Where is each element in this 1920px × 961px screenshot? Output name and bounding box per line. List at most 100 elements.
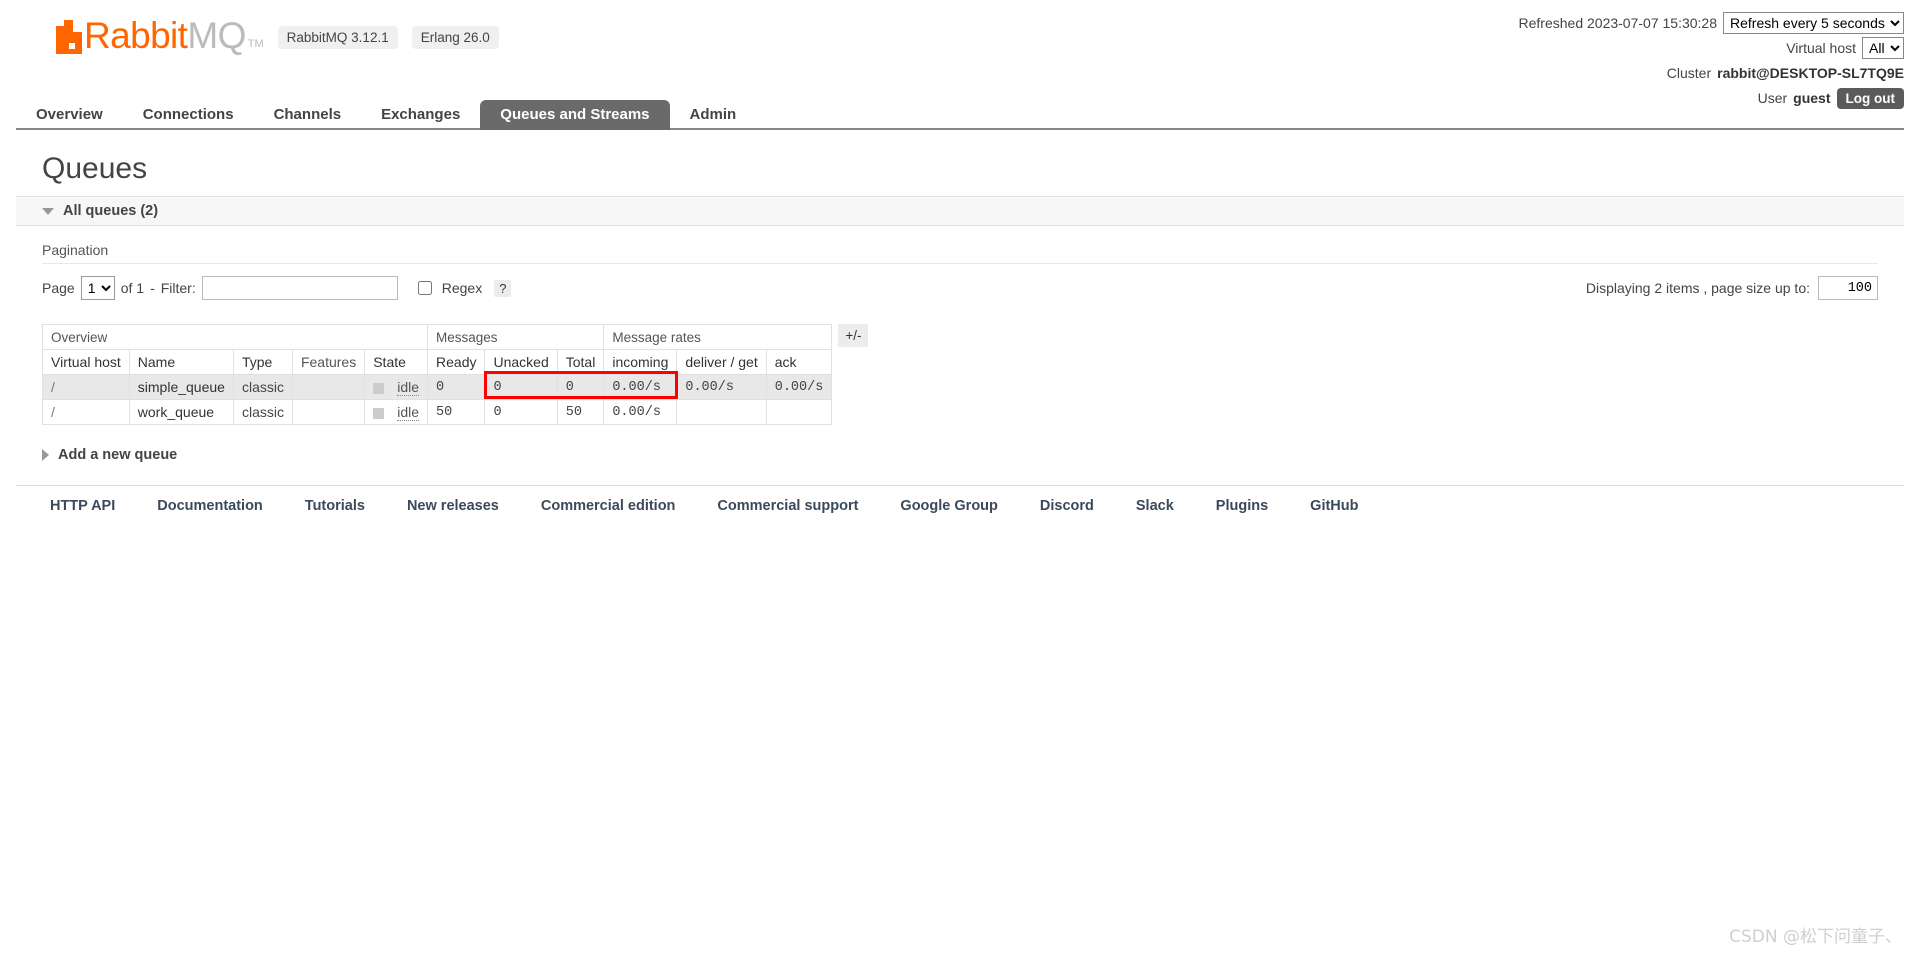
state-text[interactable]: idle bbox=[397, 404, 420, 421]
footer-link-discord[interactable]: Discord bbox=[1040, 498, 1094, 514]
column-virtual-host[interactable]: Virtual host bbox=[42, 349, 130, 375]
filter-input[interactable] bbox=[201, 276, 398, 300]
virtual-host-select[interactable]: All bbox=[1862, 37, 1904, 59]
regex-label[interactable]: Regex bbox=[442, 280, 482, 296]
regex-checkbox[interactable] bbox=[417, 281, 432, 295]
footer-link-new-releases[interactable]: New releases bbox=[407, 498, 499, 514]
cell-virtual-host: / bbox=[42, 399, 130, 425]
footer-link-commercial-edition[interactable]: Commercial edition bbox=[541, 498, 676, 514]
column-name[interactable]: Name bbox=[128, 349, 234, 375]
footer-link-plugins[interactable]: Plugins bbox=[1216, 498, 1268, 514]
tab-queues-and-streams[interactable]: Queues and Streams bbox=[480, 100, 670, 130]
cluster-row: Cluster rabbit@DESKTOP-SL7TQ9E bbox=[1519, 62, 1904, 84]
cell-queue-name[interactable]: simple_queue bbox=[128, 374, 234, 400]
column-incoming[interactable]: incoming bbox=[603, 349, 678, 375]
add-new-queue-section[interactable]: Add a new queue bbox=[42, 447, 1904, 463]
cell-type: classic bbox=[232, 374, 293, 400]
vhost-row: Virtual host All bbox=[1519, 37, 1904, 59]
page-size-input[interactable] bbox=[1818, 276, 1878, 300]
cell-features bbox=[291, 399, 366, 425]
tab-exchanges[interactable]: Exchanges bbox=[361, 100, 480, 130]
cell-features bbox=[291, 374, 366, 400]
state-indicator-icon bbox=[373, 382, 385, 394]
all-queues-label: All queues (2) bbox=[63, 203, 159, 219]
column-ack[interactable]: ack bbox=[765, 349, 833, 375]
cell-total: 50 bbox=[556, 399, 605, 425]
footer-link-github[interactable]: GitHub bbox=[1310, 498, 1358, 514]
brand-wordmark: RabbitMQ bbox=[84, 17, 246, 54]
group-header-overview: Overview bbox=[41, 324, 429, 350]
add-new-queue-label: Add a new queue bbox=[58, 447, 178, 463]
table-row[interactable]: / simple_queue classic idle 0 0 0 0.00/s… bbox=[42, 374, 833, 400]
table-row[interactable]: / work_queue classic idle 50 0 50 0.00/s bbox=[42, 399, 833, 425]
state-indicator-icon bbox=[373, 407, 385, 419]
column-deliver-get[interactable]: deliver / get bbox=[676, 349, 767, 375]
cell-ready: 0 bbox=[427, 374, 486, 400]
cell-state: idle bbox=[364, 374, 429, 400]
rabbitmq-version-badge: RabbitMQ 3.12.1 bbox=[277, 26, 398, 49]
pagination-divider bbox=[42, 263, 1878, 264]
main-content: Queues All queues (2) Pagination Page 1 … bbox=[16, 152, 1904, 463]
page-selector-group: Page 1 of 1 - Filter: Regex ? bbox=[42, 276, 512, 300]
filter-label: Filter: bbox=[160, 280, 196, 296]
cell-deliver-get: 0.00/s bbox=[676, 374, 767, 400]
footer-link-documentation[interactable]: Documentation bbox=[157, 498, 263, 514]
displaying-items-label: Displaying 2 items , page size up to: bbox=[1585, 280, 1810, 296]
cell-incoming: 0.00/s bbox=[603, 399, 678, 425]
column-type[interactable]: Type bbox=[232, 349, 293, 375]
footer-link-http-api[interactable]: HTTP API bbox=[50, 498, 115, 514]
brand-name-rabbit: Rabbit bbox=[84, 15, 188, 56]
regex-help-icon[interactable]: ? bbox=[494, 279, 512, 297]
column-unacked[interactable]: Unacked bbox=[484, 349, 558, 375]
cell-state: idle bbox=[364, 399, 429, 425]
group-header-messages: Messages bbox=[427, 324, 605, 350]
page-number-select[interactable]: 1 bbox=[80, 276, 115, 300]
display-info-group: Displaying 2 items , page size up to: bbox=[1586, 276, 1878, 300]
cell-deliver-get bbox=[676, 399, 767, 425]
cell-unacked: 0 bbox=[484, 374, 558, 400]
watermark-text: CSDN @松下问童子、 bbox=[1729, 927, 1902, 947]
brand-block: RabbitMQ TM RabbitMQ 3.12.1 Erlang 26.0 bbox=[56, 17, 499, 54]
cell-ready: 50 bbox=[427, 399, 486, 425]
column-state[interactable]: State bbox=[364, 349, 429, 375]
cluster-label: Cluster bbox=[1666, 65, 1712, 81]
cell-unacked: 0 bbox=[484, 399, 558, 425]
state-text[interactable]: idle bbox=[397, 379, 420, 396]
cell-incoming: 0.00/s bbox=[603, 374, 678, 400]
brand-name-mq: MQ bbox=[187, 15, 246, 56]
tab-connections[interactable]: Connections bbox=[123, 100, 254, 130]
cluster-name: rabbit@DESKTOP-SL7TQ9E bbox=[1717, 65, 1904, 81]
column-total[interactable]: Total bbox=[556, 349, 605, 375]
footer-link-google-group[interactable]: Google Group bbox=[900, 498, 997, 514]
nav-tab-list: Overview Connections Channels Exchanges … bbox=[16, 98, 1904, 130]
cell-ack: 0.00/s bbox=[765, 374, 833, 400]
tab-channels[interactable]: Channels bbox=[254, 100, 362, 130]
footer-link-slack[interactable]: Slack bbox=[1136, 498, 1174, 514]
footer-divider bbox=[16, 485, 1904, 486]
column-ready[interactable]: Ready bbox=[427, 349, 486, 375]
rabbitmq-logo-icon bbox=[56, 20, 82, 54]
toggle-columns-button[interactable]: +/- bbox=[838, 324, 869, 347]
page-total-label: of 1 bbox=[120, 280, 145, 296]
all-queues-section-header[interactable]: All queues (2) bbox=[16, 196, 1904, 226]
table-column-header-row: Virtual host Name Type Features State Re… bbox=[42, 349, 833, 375]
app-root: RabbitMQ TM RabbitMQ 3.12.1 Erlang 26.0 … bbox=[0, 0, 1920, 961]
refresh-interval-select[interactable]: Refresh every 5 seconds bbox=[1723, 12, 1904, 34]
pagination-label: Pagination bbox=[42, 242, 109, 258]
trademark-mark: TM bbox=[247, 38, 264, 50]
footer-link-tutorials[interactable]: Tutorials bbox=[305, 498, 365, 514]
footer-link-commercial-support[interactable]: Commercial support bbox=[717, 498, 858, 514]
refresh-row: Refreshed 2023-07-07 15:30:28 Refresh ev… bbox=[1519, 12, 1904, 34]
chevron-down-icon bbox=[42, 207, 54, 215]
cell-queue-name[interactable]: work_queue bbox=[128, 399, 234, 425]
vhost-label: Virtual host bbox=[1786, 40, 1856, 56]
table-group-header-row: Overview Messages Message rates bbox=[41, 324, 833, 350]
tab-admin[interactable]: Admin bbox=[670, 100, 757, 130]
group-header-message-rates: Message rates bbox=[603, 324, 833, 350]
page-label: Page bbox=[42, 280, 75, 296]
header-status-panel: Refreshed 2023-07-07 15:30:28 Refresh ev… bbox=[1519, 12, 1904, 112]
queues-table-body: / simple_queue classic idle 0 0 0 0.00/s… bbox=[42, 374, 833, 425]
tab-overview[interactable]: Overview bbox=[16, 100, 123, 130]
main-navigation: Overview Connections Channels Exchanges … bbox=[16, 98, 1904, 130]
cell-type: classic bbox=[232, 399, 293, 425]
